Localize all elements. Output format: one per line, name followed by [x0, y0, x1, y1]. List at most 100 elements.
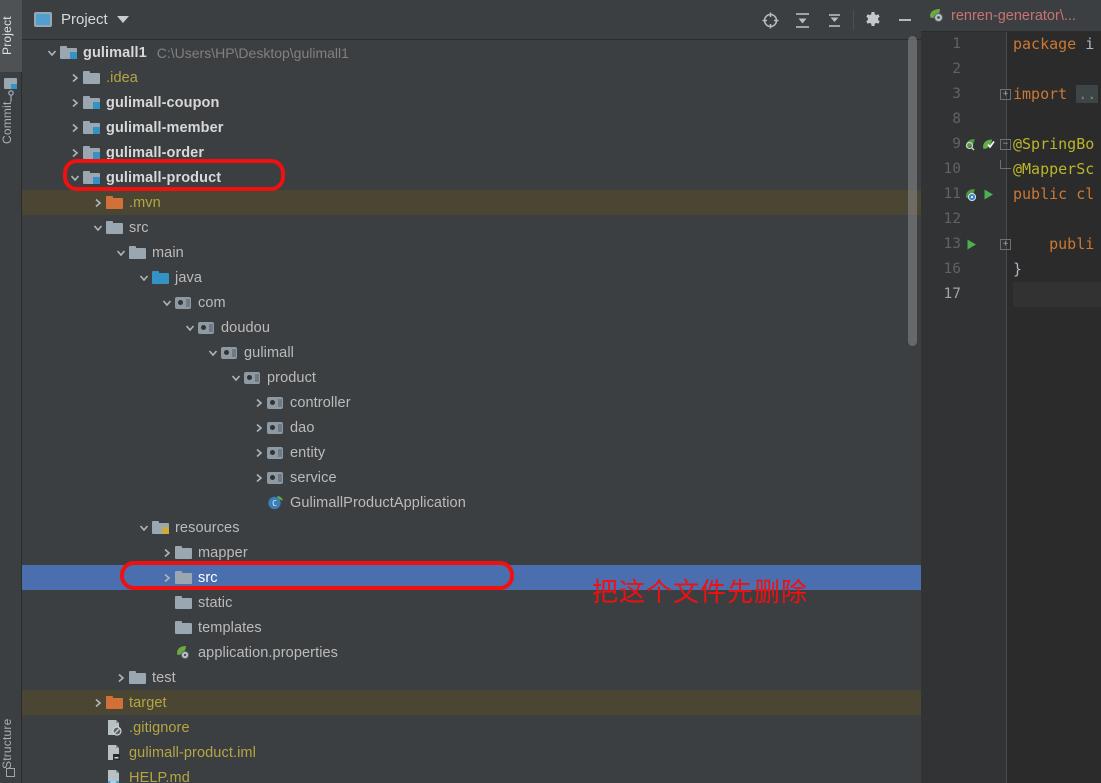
- gutter-line: 16: [921, 257, 1007, 282]
- tree-row-src[interactable]: src: [22, 565, 921, 590]
- editor-tab-label[interactable]: renren-generator\...: [951, 8, 1076, 24]
- tree-row-static[interactable]: static: [22, 590, 921, 615]
- chevron-right-icon[interactable]: [251, 465, 267, 490]
- tree-row-application-properties[interactable]: application.properties: [22, 640, 921, 665]
- chevron-down-icon[interactable]: [136, 265, 152, 290]
- chevron-right-icon[interactable]: [90, 190, 106, 215]
- chevron-down-icon[interactable]: [113, 240, 129, 265]
- tree-row-controller[interactable]: controller: [22, 390, 921, 415]
- tree-row-src[interactable]: src: [22, 215, 921, 240]
- spring-leaf-check-icon[interactable]: [982, 138, 996, 152]
- code-line: publi: [1013, 232, 1101, 257]
- fold-collapse-icon[interactable]: −: [1000, 139, 1011, 150]
- project-tree[interactable]: gulimall1 C:\Users\HP\Desktop\gulimall1 .i…: [22, 40, 921, 783]
- page-title: Project: [61, 11, 108, 28]
- tree-row--idea[interactable]: .idea: [22, 65, 921, 90]
- tree-row-gulimall-order[interactable]: gulimall-order: [22, 140, 921, 165]
- chevron-right-icon[interactable]: [67, 65, 83, 90]
- chevron-right-icon[interactable]: [67, 90, 83, 115]
- tree-row-templates[interactable]: templates: [22, 615, 921, 640]
- crosshair-locate-icon: [762, 12, 778, 28]
- gear-icon: [866, 12, 880, 26]
- tree-row--gitignore[interactable]: .gitignore: [22, 715, 921, 740]
- chevron-right-icon[interactable]: [67, 140, 83, 165]
- tree-row-resources[interactable]: resources: [22, 515, 921, 540]
- project-path-label: C:\Users\HP\Desktop\gulimall1: [156, 44, 349, 61]
- tree-row-label: gulimall-coupon: [106, 94, 220, 111]
- tree-row-doudou[interactable]: doudou: [22, 315, 921, 340]
- tree-row-dao[interactable]: dao: [22, 415, 921, 440]
- package-icon: [267, 472, 283, 484]
- markdown-file-icon: MD: [106, 770, 123, 783]
- tree-row-label: .mvn: [129, 194, 161, 211]
- select-opened-file-button[interactable]: [754, 0, 786, 40]
- chevron-down-icon[interactable]: [44, 40, 60, 65]
- chevron-down-icon[interactable]: [90, 215, 106, 240]
- folder-icon: [106, 196, 123, 209]
- folder-icon: [129, 246, 146, 259]
- chevron-right-icon[interactable]: [159, 565, 175, 590]
- folder-icon: [106, 696, 123, 709]
- hide-button[interactable]: [889, 0, 921, 40]
- tree-row-target[interactable]: target: [22, 690, 921, 715]
- chevron-right-icon[interactable]: [90, 690, 106, 715]
- chevron-down-icon[interactable]: [205, 340, 221, 365]
- tree-row-gulimall[interactable]: gulimall: [22, 340, 921, 365]
- tree-row-gulimall-coupon[interactable]: gulimall-coupon: [22, 90, 921, 115]
- run-icon[interactable]: [982, 188, 995, 201]
- collapse-all-icon: [828, 13, 840, 27]
- expand-all-button[interactable]: [786, 0, 818, 40]
- tree-row-java[interactable]: java: [22, 265, 921, 290]
- folder-icon: [175, 546, 192, 559]
- chevron-down-icon[interactable]: [136, 515, 152, 540]
- tree-row-label: .idea: [106, 69, 138, 86]
- tree-row-help-md[interactable]: MD HELP.md: [22, 765, 921, 783]
- chevron-down-icon[interactable]: [228, 365, 244, 390]
- fold-expand-icon[interactable]: +: [1000, 239, 1011, 250]
- chevron-right-icon[interactable]: [159, 540, 175, 565]
- module-folder-icon: [60, 46, 77, 59]
- chevron-right-icon[interactable]: [67, 115, 83, 140]
- chevron-right-icon[interactable]: [251, 390, 267, 415]
- code-token: }: [1013, 260, 1023, 278]
- chevron-right-icon[interactable]: [251, 440, 267, 465]
- tree-row-gulimall1[interactable]: gulimall1 C:\Users\HP\Desktop\gulimall1: [22, 40, 921, 65]
- chevron-right-icon[interactable]: [251, 415, 267, 440]
- tree-row-gulimall-product-iml[interactable]: gulimall-product.iml: [22, 740, 921, 765]
- project-tree-scrollbar[interactable]: [908, 36, 917, 346]
- chevron-down-icon[interactable]: [116, 16, 129, 23]
- chevron-right-icon[interactable]: [113, 665, 129, 690]
- chevron-down-icon[interactable]: [67, 165, 83, 190]
- tree-row-com[interactable]: com: [22, 290, 921, 315]
- spring-boot-icon[interactable]: [965, 188, 979, 202]
- line-number: 8: [952, 111, 961, 127]
- tree-row--mvn[interactable]: .mvn: [22, 190, 921, 215]
- fold-expand-icon[interactable]: +: [1000, 89, 1011, 100]
- chevron-down-icon[interactable]: [182, 315, 198, 340]
- collapse-all-button[interactable]: [818, 0, 850, 40]
- line-number: 11: [943, 186, 961, 202]
- tree-row-gulimall-member[interactable]: gulimall-member: [22, 115, 921, 140]
- tree-row-gulimall-product[interactable]: gulimall-product: [22, 165, 921, 190]
- tree-row-mapper[interactable]: mapper: [22, 540, 921, 565]
- tree-row-main[interactable]: main: [22, 240, 921, 265]
- tree-row-product[interactable]: product: [22, 365, 921, 390]
- tool-tab-structure-label: Structure: [0, 718, 14, 770]
- chevron-down-icon[interactable]: [159, 290, 175, 315]
- tree-row-service[interactable]: service: [22, 465, 921, 490]
- tree-row-gulimallproductapplication[interactable]: C GulimallProductApplication: [22, 490, 921, 515]
- tree-row-entity[interactable]: entity: [22, 440, 921, 465]
- tool-tab-project[interactable]: Project: [0, 0, 22, 72]
- tree-row-test[interactable]: test: [22, 665, 921, 690]
- tree-row-label: main: [152, 244, 184, 261]
- resource-root-folder-icon: [152, 521, 169, 534]
- settings-button[interactable]: [857, 0, 889, 40]
- left-tool-window-strip: Project Commit Structure: [0, 0, 22, 783]
- run-icon[interactable]: [965, 238, 978, 251]
- line-number: 16: [943, 261, 961, 277]
- code-editor[interactable]: 1 2 3 +8 9−10 11 12 13 +16 17 package i import .. @…: [921, 32, 1101, 783]
- code-token: package: [1013, 35, 1086, 53]
- spring-bean-icon[interactable]: [965, 138, 979, 152]
